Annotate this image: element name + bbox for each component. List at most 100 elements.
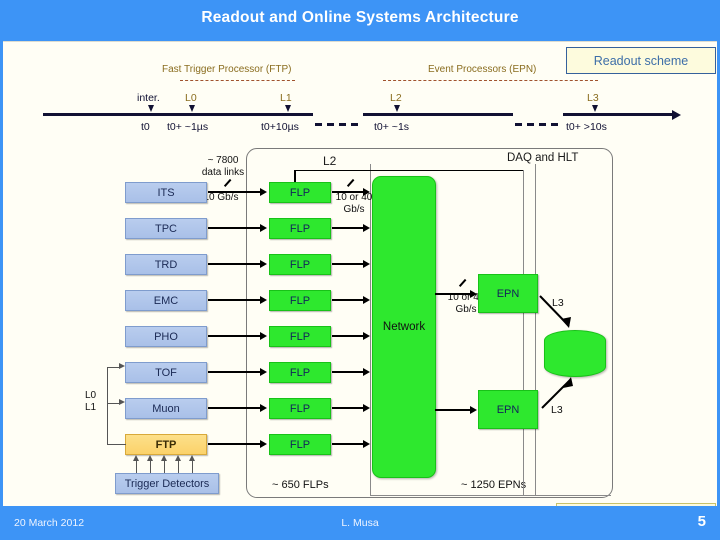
timeline-axis-mid [363, 113, 513, 116]
readout-scheme-callout: Readout scheme [566, 47, 716, 74]
link-flp-net-7-head [363, 404, 370, 412]
link-det-flp-3-head [260, 260, 267, 268]
trigger-feed-3-head [161, 455, 167, 461]
detector-box-its[interactable]: ITS [125, 182, 207, 203]
l0l1-muon-arrowhead [119, 399, 125, 405]
detector-box-trd[interactable]: TRD [125, 254, 207, 275]
link-flp-net-1-head [363, 188, 370, 196]
link-det-flp-3 [208, 263, 261, 265]
timeline-axis-gap-2 [515, 113, 563, 126]
content-panel: Readout scheme Fast Trigger Processor (F… [3, 41, 717, 507]
l2-bus-line [294, 170, 524, 172]
link-net-epn-1-head [470, 290, 477, 298]
page-title: Readout and Online Systems Architecture [201, 9, 519, 26]
timeline-group-epn-underline [383, 80, 598, 81]
link-det-flp-2 [208, 227, 261, 229]
link-det-flp-4-head [260, 296, 267, 304]
link-flp-net-8-head [363, 440, 370, 448]
trigger-feed-5 [192, 459, 193, 473]
link-det-flp-1-head [260, 188, 267, 196]
flp-box-7[interactable]: FLP [269, 398, 331, 419]
flp-box-4[interactable]: FLP [269, 290, 331, 311]
link-flp-net-6-head [363, 368, 370, 376]
l0l1-bus-vertical [107, 367, 108, 445]
footer-band: 20 March 2012 L. Musa 5 [0, 506, 720, 540]
epn-box-2[interactable]: EPN [478, 390, 538, 429]
epns-count-label: ~ 1250 EPNs [461, 479, 527, 491]
link-net-epn-1 [435, 293, 471, 295]
link-flp-net-2-head [363, 224, 370, 232]
detector-box-muon[interactable]: Muon [125, 398, 207, 419]
link-det-flp-7 [208, 407, 261, 409]
trigger-l1-label: L1 [85, 402, 97, 413]
trigger-feed-3 [164, 459, 165, 473]
timeline-axis-arrowhead [672, 110, 681, 120]
trigger-detectors-box[interactable]: Trigger Detectors [115, 473, 219, 494]
link-det-flp-1 [208, 191, 261, 193]
timeline-tick-l3 [592, 105, 598, 112]
epn-region-divider [535, 164, 536, 496]
footer-page-number: 5 [697, 513, 706, 530]
detector-box-tpc[interactable]: TPC [125, 218, 207, 239]
link-det-flp-2-head [260, 224, 267, 232]
flp-box-8[interactable]: FLP [269, 434, 331, 455]
timeline-level-inter: inter. [137, 92, 160, 104]
link-det-flp-5 [208, 335, 261, 337]
timeline-tick-inter [148, 105, 154, 112]
detector-box-pho[interactable]: PHO [125, 326, 207, 347]
flp-box-2[interactable]: FLP [269, 218, 331, 239]
link-flp-net-4 [332, 299, 364, 301]
detector-box-tof[interactable]: TOF [125, 362, 207, 383]
data-links-count-label: ~ 7800 data links [201, 155, 245, 178]
timeline-level-l3: L3 [587, 92, 599, 104]
link-flp-net-1 [332, 191, 364, 193]
link-det-flp-7-head [260, 404, 267, 412]
link-det-flp-8-head [260, 440, 267, 448]
flp-box-5[interactable]: FLP [269, 326, 331, 347]
l2-bus-right-leg [523, 170, 524, 495]
link-flp-net-3-head [363, 260, 370, 268]
network-label: Network [382, 321, 426, 333]
timeline-time-l3: t0+ >10s [566, 121, 607, 133]
storage-cylinder[interactable] [544, 330, 606, 377]
link-det-flp-6 [208, 371, 261, 373]
link-det-flp-5-head [260, 332, 267, 340]
timeline-tick-l0 [189, 105, 195, 112]
link-flp-net-6 [332, 371, 364, 373]
timeline-time-l2: t0+ ~1s [374, 121, 410, 133]
link-flp-net-4-head [363, 296, 370, 304]
daq-hlt-label: DAQ and HLT [507, 152, 579, 164]
trigger-feed-2-head [147, 455, 153, 461]
link-net-epn-2-head [470, 406, 477, 414]
flp-box-6[interactable]: FLP [269, 362, 331, 383]
l0l1-bus-to-ftp [107, 444, 126, 445]
data-links-rate-slash [223, 178, 232, 187]
epn-box-1[interactable]: EPN [478, 274, 538, 313]
link-flp-net-3 [332, 263, 364, 265]
trigger-feed-4-head [175, 455, 181, 461]
detector-box-ftp[interactable]: FTP [125, 434, 207, 455]
flp-box-1[interactable]: FLP [269, 182, 331, 203]
timeline-group-ftp-underline [180, 80, 295, 81]
link-det-flp-4 [208, 299, 261, 301]
trigger-feed-1-head [133, 455, 139, 461]
timeline-group-ftp: Fast Trigger Processor (FTP) [162, 64, 292, 75]
title-band: Readout and Online Systems Architecture [0, 0, 720, 41]
timeline-level-l2: L2 [390, 92, 402, 104]
link-flp-net-5 [332, 335, 364, 337]
timeline-tick-l1 [285, 105, 291, 112]
network-box[interactable]: Network [372, 176, 436, 478]
timeline-tick-l2 [394, 105, 400, 112]
link-det-flp-8 [208, 443, 261, 445]
trigger-feed-2 [150, 459, 151, 473]
flp-box-3[interactable]: FLP [269, 254, 331, 275]
trigger-feed-1 [136, 459, 137, 473]
l3-label-bottom: L3 [551, 404, 563, 416]
detector-box-emc[interactable]: EMC [125, 290, 207, 311]
readout-scheme-label: Readout scheme [593, 53, 689, 68]
timeline-axis-left [43, 113, 313, 116]
link-flp-net-2 [332, 227, 364, 229]
l2-bus-label: L2 [323, 154, 337, 168]
trigger-l0-label: L0 [85, 390, 97, 401]
timeline-group-epn: Event Processors (EPN) [428, 64, 537, 75]
